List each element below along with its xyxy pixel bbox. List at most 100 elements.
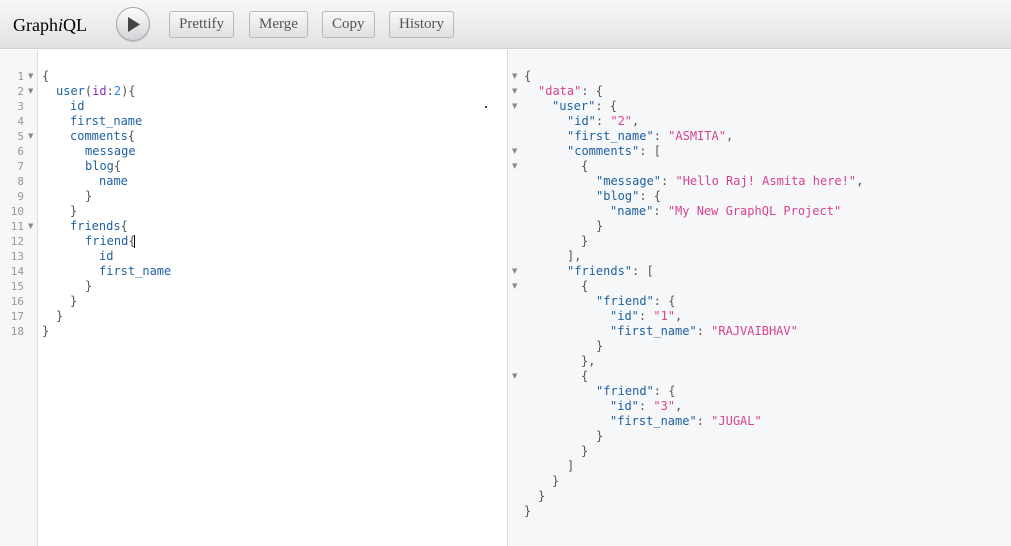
punct: :	[653, 204, 668, 218]
fold-arrow-icon[interactable]: ▼	[512, 279, 517, 294]
logo-suffix: QL	[63, 15, 87, 35]
colon: :	[106, 84, 114, 98]
scroll-marker	[485, 106, 487, 108]
code-line: name	[99, 174, 128, 189]
brace: {	[120, 219, 128, 233]
field-name: id	[70, 99, 85, 113]
punct: :	[661, 174, 676, 188]
brace: }	[56, 309, 64, 323]
fold-arrow-icon[interactable]: ▼	[512, 84, 517, 99]
fold-arrow-icon[interactable]: ▼	[512, 99, 517, 114]
brace: }	[581, 444, 589, 458]
line-number: 16	[10, 295, 24, 308]
punct: ,	[632, 114, 640, 128]
line-number: 5	[17, 130, 24, 143]
result-line: "friend": {	[596, 384, 675, 399]
code-line: }	[85, 279, 92, 294]
execute-query-button[interactable]	[116, 7, 150, 41]
code-line: }	[70, 204, 77, 219]
result-key: "first_name"	[610, 414, 697, 428]
result-line: "data": {	[538, 84, 603, 99]
fold-arrow-icon[interactable]: ▼	[512, 264, 517, 279]
punct: ,	[856, 174, 864, 188]
prettify-button[interactable]: Prettify	[169, 11, 234, 38]
fold-arrow-icon[interactable]: ▼	[512, 159, 517, 174]
brace: }	[552, 474, 560, 488]
result-line: }	[581, 234, 588, 249]
query-editor[interactable]: 1 2 3 4 5 6 7 8 9 10 11 12 13 14 15 16 1…	[0, 50, 507, 546]
brace: {	[42, 69, 50, 83]
line-number: 2	[17, 85, 24, 98]
fold-arrow-icon[interactable]: ▼	[28, 69, 33, 84]
result-line: }	[596, 429, 603, 444]
result-key: "id"	[610, 399, 639, 413]
fold-arrow-icon[interactable]: ▼	[28, 219, 33, 234]
result-line: "blog": {	[596, 189, 661, 204]
result-key: "friend"	[596, 294, 654, 308]
history-button[interactable]: History	[389, 11, 454, 38]
code-line: friend{	[85, 234, 136, 249]
result-key: "first_name"	[567, 129, 654, 143]
toolbar: GraphiQL Prettify Merge Copy History	[0, 0, 1011, 49]
fold-arrow-icon[interactable]: ▼	[512, 144, 517, 159]
code-line: blog{	[85, 159, 121, 174]
code-line: message	[85, 144, 136, 159]
brace: }	[538, 489, 546, 503]
copy-button[interactable]: Copy	[322, 11, 375, 38]
result-line: "id": "3",	[610, 399, 682, 414]
punct: :	[595, 114, 611, 128]
result-line: "comments": [	[567, 144, 661, 159]
result-key: "blog"	[596, 189, 640, 203]
argument-value: 2	[113, 84, 122, 98]
punct: :	[696, 324, 712, 338]
field-name: id	[99, 249, 114, 263]
result-line: ],	[567, 249, 581, 264]
line-number: 4	[17, 115, 24, 128]
code-line: id	[99, 249, 113, 264]
field-name: friends	[70, 219, 121, 233]
punct: : {	[639, 189, 662, 203]
play-icon	[128, 17, 140, 32]
result-key: "data"	[538, 84, 582, 98]
field-name: message	[85, 144, 136, 158]
line-number: 17	[10, 310, 24, 323]
fold-arrow-icon[interactable]: ▼	[28, 129, 33, 144]
result-key: "first_name"	[610, 324, 697, 338]
line-number: 10	[10, 205, 24, 218]
fold-arrow-icon[interactable]: ▼	[28, 84, 33, 99]
result-line: }	[581, 444, 588, 459]
result-line: }	[524, 504, 531, 519]
result-key: "id"	[610, 309, 639, 323]
result-value: "ASMITA"	[668, 129, 726, 143]
line-number: 11	[10, 220, 24, 233]
field-name: user	[56, 84, 85, 98]
brace: }	[581, 234, 589, 248]
result-value: "1"	[653, 309, 676, 323]
result-value: "My New GraphQL Project"	[667, 204, 842, 218]
result-line: }	[552, 474, 559, 489]
fold-arrow-icon[interactable]: ▼	[512, 369, 517, 384]
paren-brace: ){	[121, 84, 136, 98]
punct: : [	[639, 144, 661, 158]
brace: }	[596, 219, 604, 233]
result-value: "2"	[610, 114, 633, 128]
result-line: }	[538, 489, 545, 504]
result-key: "comments"	[567, 144, 640, 158]
field-name: name	[99, 174, 128, 188]
line-number: 18	[10, 325, 24, 338]
brace: },	[581, 354, 596, 368]
code-line: }	[70, 294, 77, 309]
code-line: id	[70, 99, 84, 114]
punct: :	[638, 309, 654, 323]
result-line: "name": "My New GraphQL Project"	[610, 204, 841, 219]
fold-arrow-icon[interactable]: ▼	[512, 69, 517, 84]
result-key: "id"	[567, 114, 596, 128]
brace: }	[70, 204, 78, 218]
result-line: }	[596, 339, 603, 354]
field-name: first_name	[70, 114, 143, 128]
result-line: {	[524, 69, 531, 84]
punct: :	[696, 414, 712, 428]
result-line: "first_name": "RAJVAIBHAV"	[610, 324, 798, 339]
result-line: },	[581, 354, 595, 369]
merge-button[interactable]: Merge	[249, 11, 308, 38]
